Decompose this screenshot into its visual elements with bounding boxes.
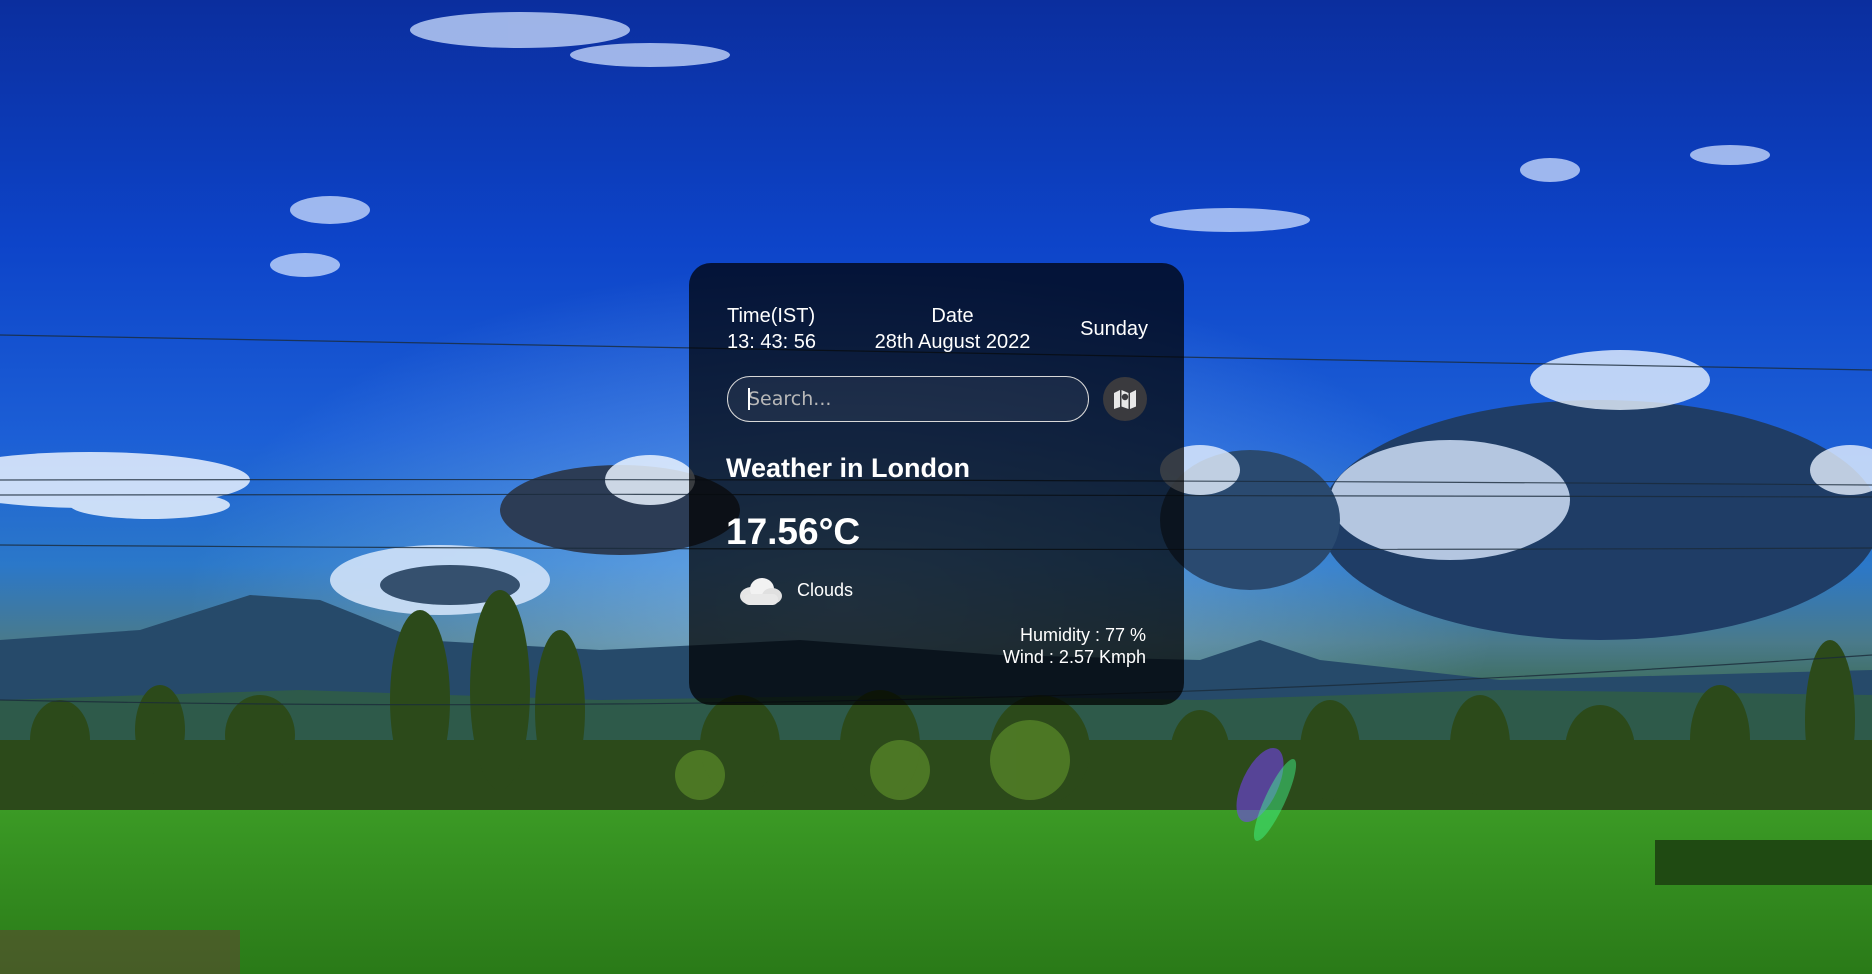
wind: Wind : 2.57 Kmph <box>1002 647 1146 667</box>
weather-app: Time(IST) 13: 43: 56 Date 28th August 20… <box>0 0 1872 974</box>
datetime-row: Time(IST) 13: 43: 56 Date 28th August 20… <box>727 303 1148 353</box>
condition-label: Clouds <box>797 580 854 600</box>
weather-stats: Humidity : 77 % Wind : 2.57 Kmph <box>1003 624 1146 668</box>
date-block: Date 28th August 2022 <box>865 303 1040 355</box>
humidity: Humidity : 77 % <box>1019 625 1146 645</box>
weather-card: Time(IST) 13: 43: 56 Date 28th August 20… <box>689 263 1184 705</box>
time-value: 13: 43: 56 <box>727 331 816 353</box>
day-label: Sunday <box>1080 318 1148 340</box>
text-cursor <box>748 388 750 410</box>
time-block: Time(IST) 13: 43: 56 <box>727 303 816 355</box>
map-button[interactable] <box>1103 377 1147 421</box>
map-icon <box>1114 390 1136 409</box>
date-label: Date <box>931 305 974 327</box>
date-value: 28th August 2022 <box>874 331 1031 353</box>
temperature: 17.56°C <box>726 511 861 552</box>
weather-title: Weather in London <box>726 453 970 483</box>
time-label: Time(IST) <box>727 305 816 327</box>
search-row <box>727 376 1147 422</box>
search-input[interactable] <box>727 376 1089 422</box>
cloud-icon <box>740 578 782 605</box>
